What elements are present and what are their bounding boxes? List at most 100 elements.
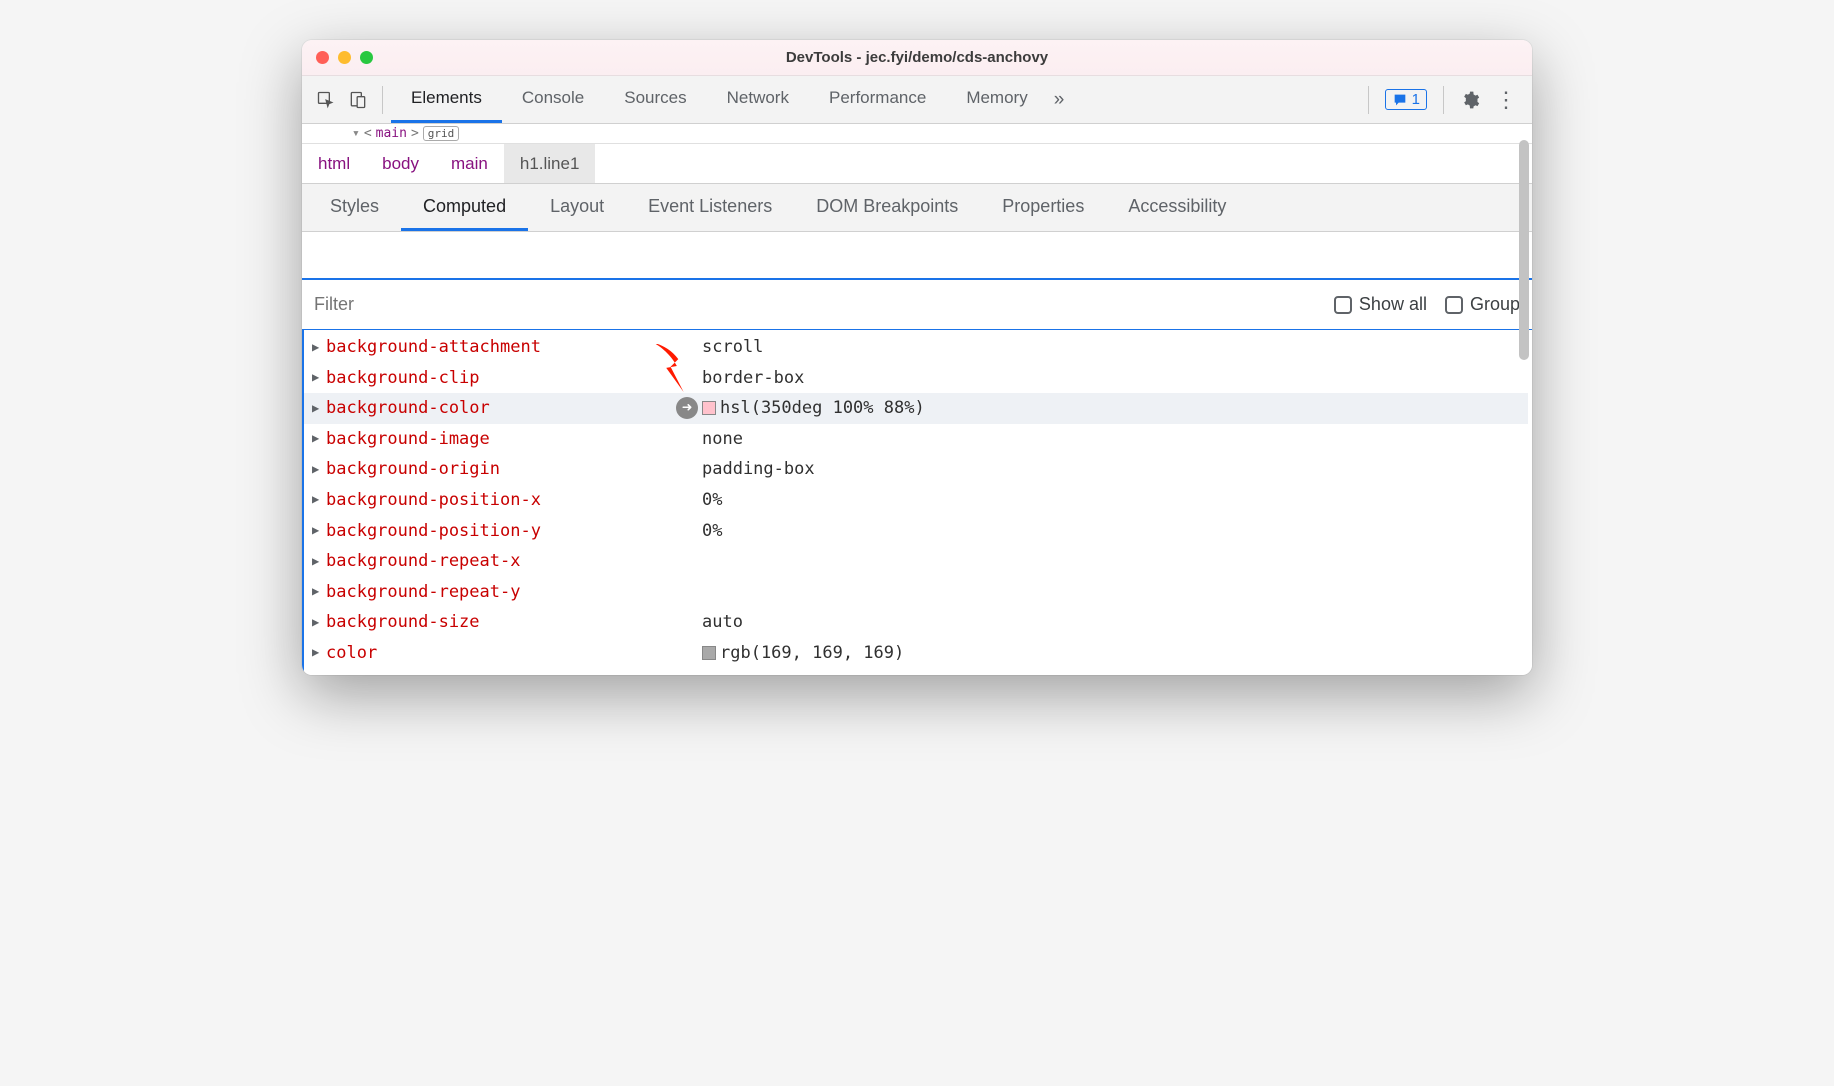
property-name: color xyxy=(326,638,676,669)
toolbar-divider xyxy=(1443,86,1444,114)
property-name: background-color xyxy=(326,393,676,424)
subtab-computed[interactable]: Computed xyxy=(401,184,528,231)
group-checkbox[interactable]: Group xyxy=(1445,294,1520,315)
group-label: Group xyxy=(1470,294,1520,315)
property-value: auto xyxy=(702,607,743,638)
computed-property-row[interactable]: ▶background-repeat-y➜ xyxy=(304,577,1528,608)
computed-property-row[interactable]: ▶background-size➜auto xyxy=(304,607,1528,638)
color-swatch-icon[interactable] xyxy=(702,401,716,415)
checkbox-icon xyxy=(1445,296,1463,314)
tab-performance[interactable]: Performance xyxy=(809,76,946,123)
computed-property-row[interactable]: ▶background-clip➜border-box xyxy=(304,363,1528,394)
property-value: border-box xyxy=(702,363,804,394)
subtab-styles[interactable]: Styles xyxy=(308,184,401,231)
subtab-properties[interactable]: Properties xyxy=(980,184,1106,231)
breadcrumb: htmlbodymainh1.line1 xyxy=(302,144,1532,184)
disclosure-triangle-icon[interactable]: ▶ xyxy=(312,428,326,450)
show-all-label: Show all xyxy=(1359,294,1427,315)
disclosure-triangle-icon[interactable]: ▶ xyxy=(312,337,326,359)
toolbar-divider xyxy=(1368,86,1369,114)
titlebar: DevTools - jec.fyi/demo/cds-anchovy xyxy=(302,40,1532,76)
computed-property-row[interactable]: ▶background-repeat-x➜ xyxy=(304,546,1528,577)
computed-property-row[interactable]: ▶background-attachment➜scroll xyxy=(304,332,1528,363)
property-value: rgb(169, 169, 169) xyxy=(702,638,904,669)
computed-property-row[interactable]: ▶background-position-x➜0% xyxy=(304,485,1528,516)
property-value: 0% xyxy=(702,516,722,547)
property-name: background-attachment xyxy=(326,332,676,363)
property-value: none xyxy=(702,424,743,455)
computed-property-row[interactable]: ▶background-origin➜padding-box xyxy=(304,454,1528,485)
property-name: background-repeat-x xyxy=(326,546,676,577)
disclosure-triangle-icon[interactable]: ▶ xyxy=(312,581,326,603)
traffic-lights xyxy=(316,51,373,64)
tab-network[interactable]: Network xyxy=(707,76,809,123)
breadcrumb-item[interactable]: html xyxy=(302,144,366,183)
show-all-checkbox[interactable]: Show all xyxy=(1334,294,1427,315)
color-swatch-icon[interactable] xyxy=(702,646,716,660)
filter-input[interactable] xyxy=(314,294,1316,315)
property-name: background-position-x xyxy=(326,485,676,516)
computed-panel: ▶background-attachment➜scroll▶background… xyxy=(302,330,1532,675)
disclosure-triangle-icon[interactable]: ▶ xyxy=(312,459,326,481)
computed-property-row[interactable]: ▶background-image➜none xyxy=(304,424,1528,455)
main-toolbar: ElementsConsoleSourcesNetworkPerformance… xyxy=(302,76,1532,124)
more-tabs-icon[interactable]: » xyxy=(1048,89,1071,111)
breadcrumb-item[interactable]: h1.line1 xyxy=(504,144,596,183)
disclosure-triangle-icon[interactable]: ▶ xyxy=(312,642,326,664)
property-value: hsl(350deg 100% 88%) xyxy=(702,393,925,424)
property-name: background-image xyxy=(326,424,676,455)
layout-badge[interactable]: grid xyxy=(423,126,460,141)
property-name: background-repeat-y xyxy=(326,577,676,608)
disclosure-triangle-icon[interactable]: ▶ xyxy=(312,612,326,634)
maximize-button[interactable] xyxy=(360,51,373,64)
disclosure-triangle-icon[interactable]: ▶ xyxy=(312,398,326,420)
property-name: background-size xyxy=(326,607,676,638)
property-value: padding-box xyxy=(702,454,815,485)
subtab-event-listeners[interactable]: Event Listeners xyxy=(626,184,794,231)
close-button[interactable] xyxy=(316,51,329,64)
property-value: 0% xyxy=(702,485,722,516)
main-tabs: ElementsConsoleSourcesNetworkPerformance… xyxy=(391,76,1048,123)
property-name: background-origin xyxy=(326,454,676,485)
minimize-button[interactable] xyxy=(338,51,351,64)
subtab-layout[interactable]: Layout xyxy=(528,184,626,231)
devtools-window: DevTools - jec.fyi/demo/cds-anchovy Elem… xyxy=(302,40,1532,675)
computed-property-row[interactable]: ▶background-color➜hsl(350deg 100% 88%) xyxy=(304,393,1528,424)
subtab-dom-breakpoints[interactable]: DOM Breakpoints xyxy=(794,184,980,231)
tab-sources[interactable]: Sources xyxy=(604,76,706,123)
goto-source-icon[interactable]: ➜ xyxy=(676,397,698,419)
toolbar-divider xyxy=(382,86,383,114)
annotation-arrow-icon xyxy=(642,344,692,394)
inspect-icon[interactable] xyxy=(310,84,342,116)
disclosure-triangle-icon[interactable]: ▶ xyxy=(312,551,326,573)
tab-console[interactable]: Console xyxy=(502,76,604,123)
scrollbar[interactable] xyxy=(1519,140,1529,360)
breadcrumb-item[interactable]: main xyxy=(435,144,504,183)
dom-tree-row[interactable]: ▾ <main> grid xyxy=(302,124,1532,144)
tag-name: main xyxy=(376,126,407,141)
tab-elements[interactable]: Elements xyxy=(391,76,502,123)
property-name: background-clip xyxy=(326,363,676,394)
settings-icon[interactable] xyxy=(1452,82,1488,118)
spacer xyxy=(302,232,1532,278)
tab-memory[interactable]: Memory xyxy=(946,76,1047,123)
issues-count: 1 xyxy=(1412,91,1420,108)
computed-list: ▶background-attachment➜scroll▶background… xyxy=(304,330,1528,675)
expand-caret-icon: ▾ xyxy=(352,126,360,141)
issues-badge[interactable]: 1 xyxy=(1385,89,1427,110)
disclosure-triangle-icon[interactable]: ▶ xyxy=(312,367,326,389)
disclosure-triangle-icon[interactable]: ▶ xyxy=(312,520,326,542)
window-title: DevTools - jec.fyi/demo/cds-anchovy xyxy=(302,49,1532,66)
property-value: scroll xyxy=(702,332,763,363)
breadcrumb-item[interactable]: body xyxy=(366,144,435,183)
subtab-accessibility[interactable]: Accessibility xyxy=(1106,184,1248,231)
device-toggle-icon[interactable] xyxy=(342,84,374,116)
computed-property-row[interactable]: ▶background-position-y➜0% xyxy=(304,516,1528,547)
checkbox-icon xyxy=(1334,296,1352,314)
styles-subtabs: StylesComputedLayoutEvent ListenersDOM B… xyxy=(302,184,1532,232)
property-name: background-position-y xyxy=(326,516,676,547)
filter-row: Show all Group xyxy=(302,278,1532,330)
disclosure-triangle-icon[interactable]: ▶ xyxy=(312,489,326,511)
kebab-menu-icon[interactable]: ⋮ xyxy=(1488,82,1524,118)
computed-property-row[interactable]: ▶color➜rgb(169, 169, 169) xyxy=(304,638,1528,669)
